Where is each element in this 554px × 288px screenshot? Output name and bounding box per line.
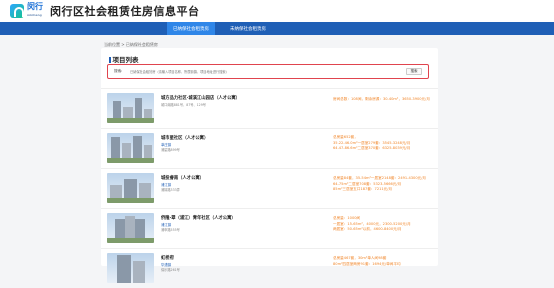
project-name[interactable]: 城方品力社区·城溪江山园店（人才公寓） [161, 95, 240, 101]
logo-name: 闵行 [27, 2, 43, 11]
logo-subtitle: minhang [27, 13, 42, 17]
section-title: 项目列表 [109, 54, 139, 64]
search-bar: 搜索: 搜索 [107, 64, 429, 79]
project-summary: 总房量84套，35-54m²一居室2148套：2491-4300元/月 64-7… [333, 176, 426, 193]
site-header: 闵行 minhang 闵行区社会租赁住房信息平台 [0, 0, 554, 22]
project-summary: 总房量467套，30m²单人间98套 80m²四居室两房91套：1694元/单间… [333, 256, 401, 267]
search-label: 搜索: [114, 69, 123, 73]
summary-line: 两居室：50-65m²以前，4600-8400元/月 [333, 227, 402, 231]
project-item[interactable]: 城投睿南（人才公寓） 浦江镇 浦锦路333弄 总房量84套，35-54m²一居室… [101, 168, 438, 208]
project-item[interactable]: 城市星社区（人才公寓） 莘庄镇 浦星路899号 总房量652套， 35.22-4… [101, 128, 438, 168]
logo-icon [10, 4, 24, 18]
main-nav: 已纳保社会租赁房 未纳保社会租赁房 [0, 22, 554, 35]
site-logo[interactable]: 闵行 minhang [10, 3, 43, 19]
summary-line: 总房量84套，35-54m²一居室2148套：2491-4300元/月 [333, 176, 427, 180]
summary-line: 房间总数：108间，剩余房源：30-40m²，3650-3900元/月 [333, 97, 430, 101]
project-name[interactable]: 虹桥府 [161, 255, 174, 261]
project-summary: 总房量：1000间 一居室：15-65m²，4000元，2300-5200元/月… [333, 216, 411, 233]
project-address: 保乐路261号 [161, 268, 180, 272]
project-name[interactable]: 侨隆·翠（浦江）青年社区（人才公寓） [161, 215, 236, 221]
project-list-card: 项目列表 搜索: 搜索 城方品力社区·城溪江山园店（人才公寓） 城口南路881号… [101, 48, 438, 283]
search-input[interactable] [130, 68, 402, 75]
project-photo[interactable] [107, 133, 154, 163]
project-photo[interactable] [107, 213, 154, 243]
summary-line: 80m²四居室两房91套：1694元/单间平均 [333, 261, 401, 266]
project-item[interactable]: 城方品力社区·城溪江山园店（人才公寓） 城口南路881号、87号、129号 房间… [101, 88, 438, 128]
project-address: 浦锦路333弄 [161, 188, 180, 192]
search-button[interactable]: 搜索 [406, 68, 422, 75]
project-address: 城口南路881号、87号、129号 [161, 103, 206, 107]
project-summary: 房间总数：108间，剩余房源：30-40m²，3650-3900元/月 [333, 97, 430, 103]
project-photo[interactable] [107, 93, 154, 123]
project-address: 浦申路555号 [161, 228, 180, 232]
project-item[interactable]: 侨隆·翠（浦江）青年社区（人才公寓） 浦江镇 浦申路555号 总房量：1000间… [101, 208, 438, 248]
project-photo[interactable] [107, 173, 154, 203]
tab-unregistered-rental[interactable]: 未纳保社会租赁房 [222, 22, 274, 35]
logo-text: 闵行 minhang [27, 3, 43, 19]
site-title: 闵行区社会租赁住房信息平台 [50, 5, 200, 18]
tab-registered-rental[interactable]: 已纳保社会租赁房 [167, 22, 215, 35]
project-item[interactable]: 虹桥府 华漕镇 保乐路261号 总房量467套，30m²单人间98套 80m²四… [101, 248, 438, 288]
summary-line: 85m²三居室五口187套：7211元/月 [333, 187, 393, 191]
project-photo[interactable] [107, 253, 154, 283]
project-name[interactable]: 城投睿南（人才公寓） [161, 175, 204, 181]
project-name[interactable]: 城市星社区（人才公寓） [161, 135, 208, 141]
project-summary: 总房量652套， 35.22-46.0m²一居室279套：3545-3248元/… [333, 135, 410, 152]
summary-line: 64.47-86.6m²二居室370套：6325-8039元/月 [333, 146, 411, 150]
project-address: 浦星路899号 [161, 148, 180, 152]
